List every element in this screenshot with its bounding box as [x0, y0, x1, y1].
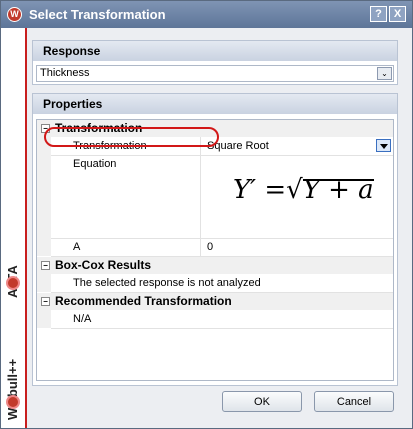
recommended-row: N/A [51, 310, 393, 329]
dialog-window: W Select Transformation ? X ALTA Weibull… [0, 0, 413, 429]
collapse-icon[interactable]: − [41, 297, 50, 306]
gutter [37, 137, 51, 238]
collapse-icon[interactable]: − [41, 261, 50, 270]
brand-sidebar: ALTA Weibull++ [1, 28, 27, 428]
gutter [37, 274, 51, 292]
chevron-down-icon[interactable]: ⌄ [377, 67, 392, 80]
help-button[interactable]: ? [370, 6, 387, 22]
dialog-title: Select Transformation [29, 7, 166, 22]
dropdown-arrow-icon[interactable] [376, 139, 391, 152]
response-header: Response [33, 41, 397, 61]
alta-logo-icon [6, 276, 20, 290]
a-row[interactable]: A 0 [51, 238, 393, 257]
close-button[interactable]: X [389, 6, 406, 22]
a-value[interactable]: 0 [207, 241, 213, 253]
gutter [37, 310, 51, 328]
recommended-category[interactable]: − Recommended Transformation [37, 293, 393, 310]
cancel-button[interactable]: Cancel [314, 391, 394, 412]
highlight-circle [44, 127, 219, 147]
properties-header: Properties [33, 94, 397, 114]
title-bar[interactable]: W Select Transformation ? X [1, 1, 412, 28]
boxcox-category[interactable]: − Box-Cox Results [37, 257, 393, 274]
app-logo-icon: W [7, 7, 22, 22]
boxcox-row: The selected response is not analyzed [51, 274, 393, 293]
ok-button[interactable]: OK [222, 391, 302, 412]
weibull-brand-text: Weibull++ [5, 358, 20, 420]
property-grid: − Transformation Transformation Square R… [36, 119, 394, 381]
response-select[interactable]: Thickness ⌄ [36, 65, 394, 82]
response-value: Thickness [40, 67, 90, 79]
response-panel: Response Thickness ⌄ [32, 40, 398, 85]
divider [200, 155, 201, 238]
gutter [37, 238, 51, 256]
equation-row: Equation Y′ =√ Y + a [51, 155, 393, 239]
weibull-logo-icon [6, 395, 20, 409]
divider [200, 238, 201, 256]
equation-display: Y′ =√ Y + a [233, 175, 374, 205]
